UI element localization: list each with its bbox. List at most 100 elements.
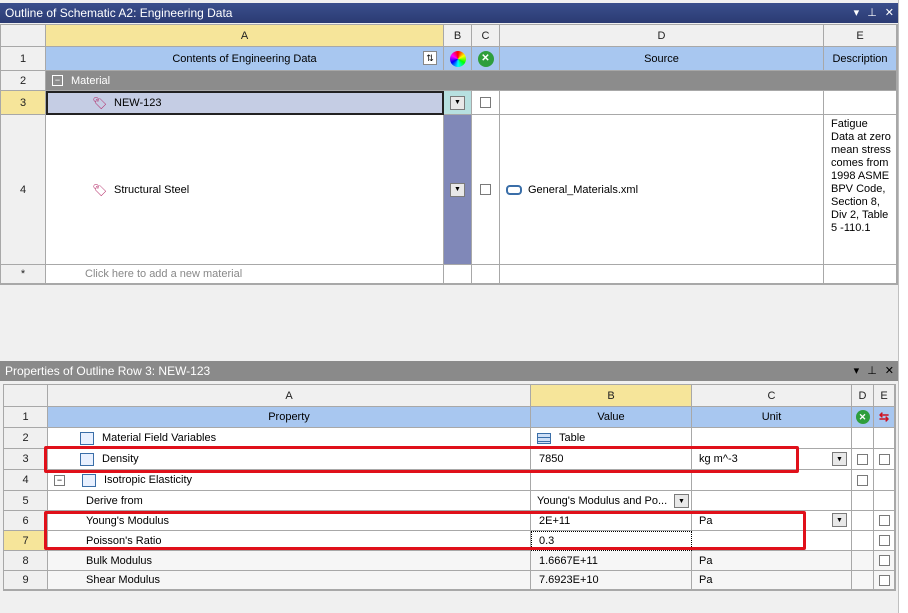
- parameter-cell[interactable]: [874, 571, 895, 590]
- material-row-new-123[interactable]: 🏷 NEW-123: [46, 91, 444, 115]
- dropdown-arrow-icon[interactable]: ▼: [674, 494, 689, 508]
- suppress-checkbox[interactable]: [480, 184, 491, 195]
- column-header-c[interactable]: C: [472, 25, 500, 47]
- empty-cell: [874, 428, 895, 449]
- suppress-checkbox[interactable]: [857, 453, 868, 465]
- suppress-checkbox[interactable]: [857, 474, 868, 486]
- description-cell[interactable]: Fatigue Data at zero mean stress comes f…: [824, 115, 897, 265]
- row-number: 1: [4, 407, 48, 428]
- unit-cell: Pa: [692, 571, 852, 590]
- source-cell[interactable]: General_Materials.xml: [500, 115, 824, 265]
- suppress-checkbox[interactable]: [480, 97, 491, 108]
- property-row-bulk-modulus[interactable]: Bulk Modulus: [48, 551, 531, 571]
- suppress-cell[interactable]: [472, 115, 500, 265]
- parameter-cell[interactable]: [874, 511, 895, 531]
- pin-icon[interactable]: ⊥: [867, 3, 877, 23]
- material-name: Structural Steel: [114, 183, 190, 196]
- parameter-checkbox[interactable]: [878, 515, 890, 526]
- value-cell[interactable]: [531, 470, 692, 491]
- outline-title: Outline of Schematic A2: Engineering Dat…: [5, 6, 233, 20]
- value-cell: 7.6923E+10: [531, 571, 692, 590]
- material-group-label: Material: [71, 74, 111, 87]
- value-header[interactable]: Value: [531, 407, 692, 428]
- parameter-cell[interactable]: [874, 531, 895, 551]
- property-row-shear-modulus[interactable]: Shear Modulus: [48, 571, 531, 590]
- row-number: 4: [4, 470, 48, 491]
- row-number: 4: [1, 115, 46, 265]
- unit-cell: Pa: [692, 551, 852, 571]
- unit-header[interactable]: Unit: [692, 407, 852, 428]
- color-column-header[interactable]: [444, 47, 472, 71]
- table-icon: [537, 432, 551, 444]
- material-tag-icon: 🏷: [92, 96, 108, 110]
- description-cell[interactable]: [824, 91, 897, 115]
- properties-title: Properties of Outline Row 3: NEW-123: [5, 364, 211, 378]
- pin-icon[interactable]: ⊥: [867, 361, 877, 381]
- contents-header-label: Contents of Engineering Data: [172, 52, 317, 65]
- suppress-column-header[interactable]: ✕: [472, 47, 500, 71]
- column-header-d[interactable]: D: [500, 25, 824, 47]
- source-header[interactable]: Source: [500, 47, 824, 71]
- property-header[interactable]: Property: [48, 407, 531, 428]
- parameter-checkbox[interactable]: [878, 535, 890, 546]
- dropdown-icon[interactable]: ▾: [854, 3, 860, 23]
- empty-cell: [444, 265, 472, 284]
- material-row-structural-steel[interactable]: 🏷 Structural Steel: [46, 115, 444, 265]
- unit-cell[interactable]: [692, 491, 852, 511]
- empty-cell: [500, 265, 824, 284]
- column-header-e[interactable]: E: [824, 25, 897, 47]
- empty-cell: [824, 265, 897, 284]
- dropdown-arrow-icon[interactable]: ▼: [450, 182, 465, 197]
- parameter-cell[interactable]: [874, 551, 895, 571]
- material-color-cell[interactable]: ▼: [444, 115, 472, 265]
- collapse-icon[interactable]: −: [52, 75, 63, 86]
- material-color-cell[interactable]: ▼: [444, 91, 472, 115]
- window-edge: [898, 0, 908, 613]
- close-icon[interactable]: ✕: [885, 3, 894, 23]
- dropdown-arrow-icon[interactable]: ▼: [450, 95, 465, 110]
- material-group-row[interactable]: − Material: [46, 71, 897, 91]
- dropdown-arrow-icon[interactable]: ▼: [832, 452, 847, 466]
- suppress-icon: ✕: [477, 50, 494, 67]
- suppress-cell[interactable]: [852, 449, 874, 470]
- dropdown-icon[interactable]: ▾: [854, 361, 860, 381]
- suppress-cell[interactable]: [472, 91, 500, 115]
- column-header-c[interactable]: C: [692, 385, 852, 407]
- derive-from-dropdown[interactable]: Young's Modulus and Po... ▼: [531, 491, 692, 511]
- parameter-checkbox[interactable]: [878, 555, 890, 566]
- column-header-b[interactable]: B: [531, 385, 692, 407]
- row-number: 5: [4, 491, 48, 511]
- add-material-row[interactable]: Click here to add a new material: [46, 265, 444, 284]
- column-header-d[interactable]: D: [852, 385, 874, 407]
- dropdown-arrow-icon[interactable]: ▼: [832, 513, 847, 527]
- empty-cell: [852, 551, 874, 571]
- suppress-cell[interactable]: [852, 470, 874, 491]
- sort-icon[interactable]: ⇅: [423, 51, 437, 65]
- column-header-e[interactable]: E: [874, 385, 895, 407]
- library-link-icon: [506, 184, 522, 195]
- property-name: Material Field Variables: [102, 432, 217, 444]
- property-row-derive-from[interactable]: Derive from: [48, 491, 531, 511]
- close-icon[interactable]: ✕: [885, 361, 894, 381]
- row-number: 3: [1, 91, 46, 115]
- row-number: *: [1, 265, 46, 284]
- property-chart-icon: [82, 473, 96, 487]
- property-row-isotropic-elasticity[interactable]: − Isotropic Elasticity: [48, 470, 531, 491]
- unit-cell[interactable]: [692, 470, 852, 491]
- empty-cell: [852, 428, 874, 449]
- empty-cell: [852, 511, 874, 531]
- parameter-checkbox[interactable]: [878, 453, 890, 465]
- collapse-icon[interactable]: −: [54, 474, 65, 486]
- description-header[interactable]: Description: [824, 47, 897, 71]
- row-number: 8: [4, 551, 48, 571]
- contents-header[interactable]: Contents of Engineering Data ⇅: [46, 47, 444, 71]
- parameter-column-header[interactable]: ⇆: [874, 407, 895, 428]
- suppress-column-header[interactable]: ✕: [852, 407, 874, 428]
- column-header-a[interactable]: A: [48, 385, 531, 407]
- empty-cell: [874, 470, 895, 491]
- source-cell[interactable]: [500, 91, 824, 115]
- parameter-checkbox[interactable]: [878, 574, 890, 586]
- parameter-cell[interactable]: [874, 449, 895, 470]
- column-header-b[interactable]: B: [444, 25, 472, 47]
- column-header-a[interactable]: A: [46, 25, 444, 47]
